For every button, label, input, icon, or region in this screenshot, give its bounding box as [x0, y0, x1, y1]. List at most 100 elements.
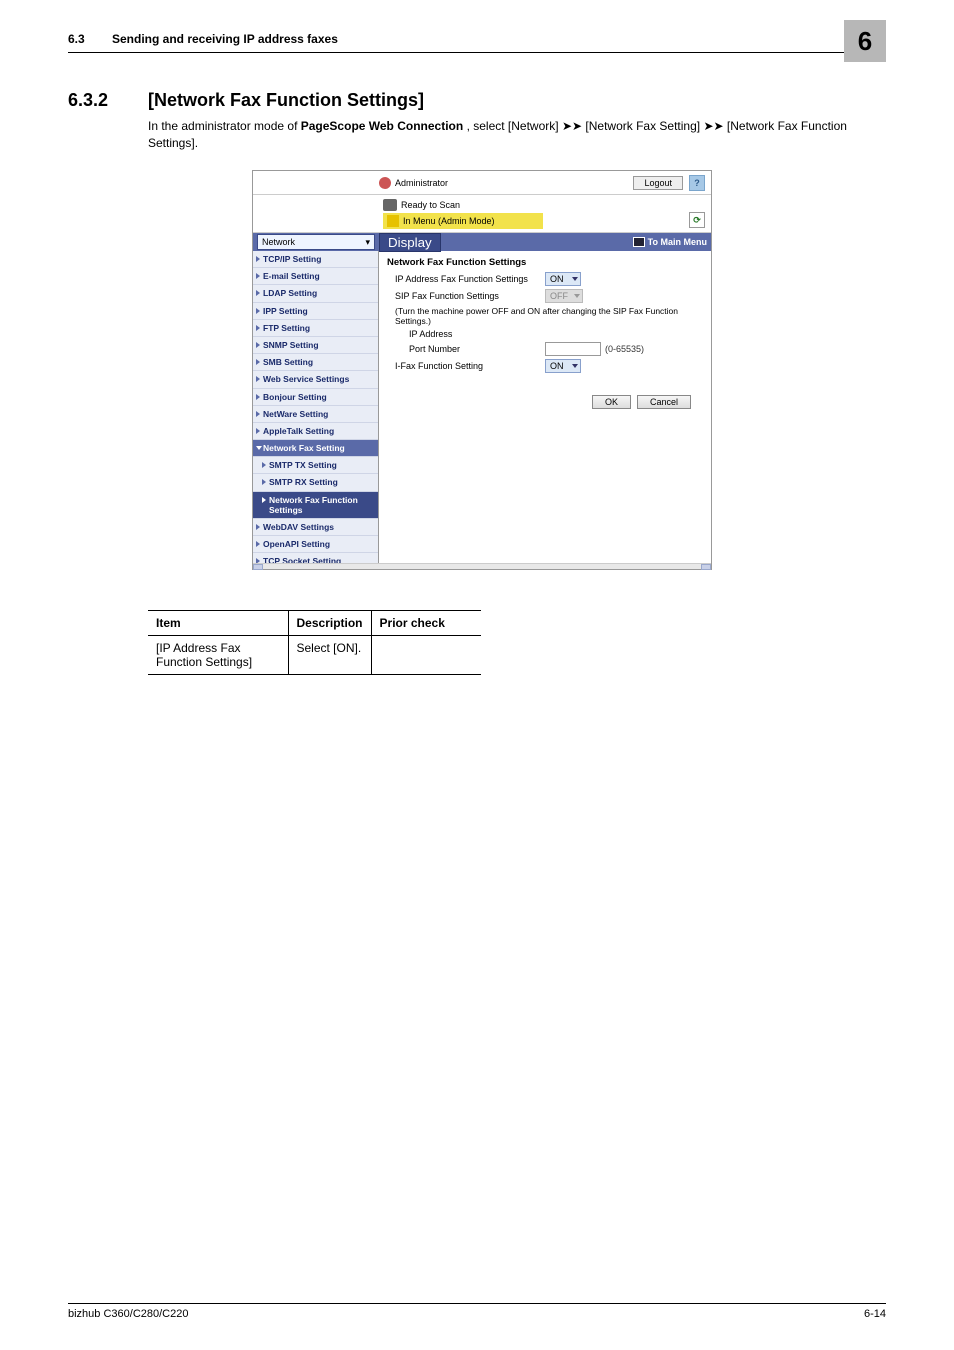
- section-title: Sending and receiving IP address faxes: [112, 32, 338, 46]
- th-prior: Prior check: [371, 611, 481, 636]
- sidebar-item-ftp[interactable]: FTP Setting: [253, 320, 378, 337]
- triangle-icon: [256, 376, 260, 382]
- sidebar-item-openapi[interactable]: OpenAPI Setting: [253, 536, 378, 553]
- td-desc: Select [ON].: [288, 636, 371, 675]
- ss-titlebar: Administrator Logout ?: [253, 171, 711, 195]
- sidebar-item-label: SNMP Setting: [263, 340, 319, 350]
- td-prior: [371, 636, 481, 675]
- chevron-down-icon: ▾: [365, 237, 370, 248]
- page-header: 6.3 Sending and receiving IP address fax…: [68, 32, 886, 46]
- triangle-icon: [256, 524, 260, 530]
- page-footer: bizhub C360/C280/C220 6-14: [68, 1303, 886, 1320]
- category-select-value: Network: [262, 237, 295, 247]
- panel-title: Network Fax Function Settings: [387, 257, 703, 268]
- sidebar-item-label: LDAP Setting: [263, 288, 317, 298]
- th-item: Item: [148, 611, 288, 636]
- triangle-icon: [262, 462, 266, 468]
- label-sip-fax: SIP Fax Function Settings: [395, 291, 545, 301]
- triangle-icon: [256, 308, 260, 314]
- sidebar-item-netware[interactable]: NetWare Setting: [253, 406, 378, 423]
- sidebar-item-appletalk[interactable]: AppleTalk Setting: [253, 423, 378, 440]
- triangle-icon: [256, 541, 260, 547]
- sidebar-item-tcpip[interactable]: TCP/IP Setting: [253, 251, 378, 268]
- sidebar-item-bonjour[interactable]: Bonjour Setting: [253, 389, 378, 406]
- cancel-button[interactable]: Cancel: [637, 395, 691, 409]
- to-main-menu-link[interactable]: To Main Menu: [633, 237, 707, 247]
- triangle-icon: [256, 325, 260, 331]
- sidebar-item-label: SMB Setting: [263, 357, 313, 367]
- subsection-heading: 6.3.2 [Network Fax Function Settings]: [68, 90, 886, 111]
- sidebar-item-label: Web Service Settings: [263, 374, 349, 384]
- triangle-icon: [256, 256, 260, 262]
- sidebar-item-smb[interactable]: SMB Setting: [253, 354, 378, 371]
- description-table: Item Description Prior check [IP Address…: [148, 610, 481, 675]
- intro-bold: PageScope Web Connection: [301, 119, 463, 133]
- select-ip-addr-fax[interactable]: ON: [545, 272, 581, 286]
- sidebar-sub-smtprx[interactable]: SMTP RX Setting: [253, 474, 378, 491]
- printer-icon: [383, 199, 397, 211]
- triangle-icon: [256, 273, 260, 279]
- category-select[interactable]: Network ▾: [257, 234, 375, 250]
- sidebar-sub-netfaxfunc[interactable]: Network Fax Function Settings: [253, 492, 378, 519]
- scroll-left-icon[interactable]: [253, 564, 263, 570]
- main-panel: Network Fax Function Settings IP Address…: [379, 251, 711, 563]
- display-button[interactable]: Display: [379, 233, 441, 252]
- status-ready: Ready to Scan: [401, 200, 460, 210]
- ss-toolbar: Network ▾ Display To Main Menu: [253, 233, 711, 251]
- footer-page: 6-14: [864, 1308, 886, 1320]
- sidebar-item-label: FTP Setting: [263, 323, 310, 333]
- th-desc: Description: [288, 611, 371, 636]
- logout-button[interactable]: Logout: [633, 176, 683, 190]
- admin-indicator: Administrator: [379, 177, 448, 189]
- sidebar-item-tcpsocket[interactable]: TCP Socket Setting: [253, 553, 378, 563]
- status-menu: In Menu (Admin Mode): [403, 216, 495, 226]
- sidebar-item-snmp[interactable]: SNMP Setting: [253, 337, 378, 354]
- horizontal-scrollbar[interactable]: [253, 563, 711, 569]
- label-ip-address: IP Address: [395, 329, 545, 339]
- intro-paragraph: In the administrator mode of PageScope W…: [148, 118, 886, 153]
- arrow-icon: ➤➤: [562, 119, 582, 133]
- label-ifax: I-Fax Function Setting: [395, 361, 545, 371]
- sidebar-item-label: SMTP RX Setting: [269, 477, 338, 487]
- sidebar-item-label: WebDAV Settings: [263, 522, 334, 532]
- triangle-icon: [262, 479, 266, 485]
- sidebar-item-webservice[interactable]: Web Service Settings: [253, 371, 378, 388]
- admin-label: Administrator: [395, 178, 448, 188]
- triangle-icon: [256, 394, 260, 400]
- intro-prefix: In the administrator mode of: [148, 119, 301, 133]
- sidebar-item-ipp[interactable]: IPP Setting: [253, 303, 378, 320]
- sidebar-item-label: TCP Socket Setting: [263, 556, 341, 563]
- to-main-menu-label: To Main Menu: [648, 237, 707, 247]
- sidebar-sub-smtptx[interactable]: SMTP TX Setting: [253, 457, 378, 474]
- sidebar-item-label: Network Fax Setting: [263, 443, 345, 453]
- sidebar-item-email[interactable]: E-mail Setting: [253, 268, 378, 285]
- input-port-number[interactable]: [545, 342, 601, 356]
- label-port-number: Port Number: [395, 344, 545, 354]
- td-item: [IP Address Fax Function Settings]: [148, 636, 288, 675]
- help-icon[interactable]: ?: [689, 175, 705, 191]
- select-sip-fax: OFF: [545, 289, 583, 303]
- header-rule: [68, 52, 886, 53]
- sidebar-item-label: TCP/IP Setting: [263, 254, 321, 264]
- sidebar-item-label: NetWare Setting: [263, 409, 328, 419]
- ok-button[interactable]: OK: [592, 395, 631, 409]
- sidebar-item-label: AppleTalk Setting: [263, 426, 334, 436]
- intro-mid1: , select [Network]: [467, 119, 562, 133]
- scroll-right-icon[interactable]: [701, 564, 711, 570]
- subsection-title: [Network Fax Function Settings]: [148, 90, 424, 111]
- sidebar-item-webdav[interactable]: WebDAV Settings: [253, 519, 378, 536]
- sidebar-item-ldap[interactable]: LDAP Setting: [253, 285, 378, 302]
- sidebar-item-label: Bonjour Setting: [263, 392, 327, 402]
- refresh-button[interactable]: ⟳: [689, 212, 705, 228]
- triangle-icon: [256, 411, 260, 417]
- select-ifax[interactable]: ON: [545, 359, 581, 373]
- sidebar-item-label: Network Fax Function Settings: [269, 495, 358, 515]
- section-number: 6.3: [68, 32, 112, 46]
- subsection-number: 6.3.2: [68, 90, 148, 111]
- sidebar-item-label: IPP Setting: [263, 306, 308, 316]
- sidebar-item-label: OpenAPI Setting: [263, 539, 330, 549]
- table-row: [IP Address Fax Function Settings] Selec…: [148, 636, 481, 675]
- footer-model: bizhub C360/C280/C220: [68, 1308, 188, 1320]
- sidebar-item-networkfax[interactable]: Network Fax Setting: [253, 440, 378, 457]
- triangle-icon: [262, 497, 266, 503]
